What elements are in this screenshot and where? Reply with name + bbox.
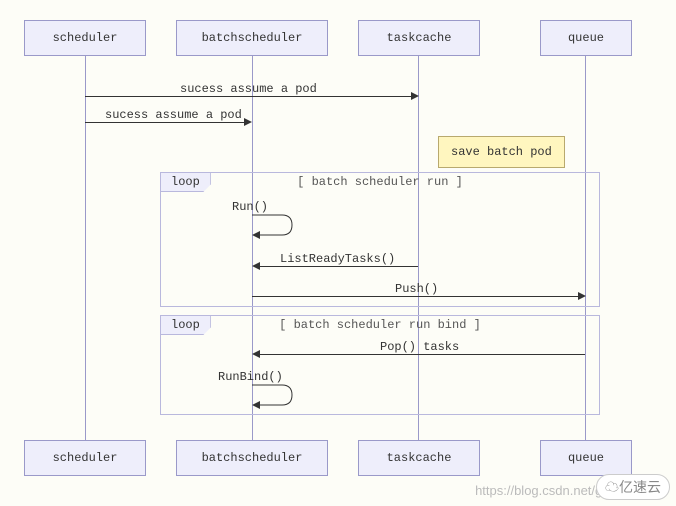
- participant-label: batchscheduler: [202, 451, 303, 465]
- loop-title: [ batch scheduler run bind ]: [161, 318, 599, 332]
- message-arrow: [252, 296, 578, 297]
- arrow-head-icon: [578, 292, 586, 300]
- participant-scheduler-top: scheduler: [24, 20, 146, 56]
- participant-scheduler-bottom: scheduler: [24, 440, 146, 476]
- loop-title: [ batch scheduler run ]: [161, 175, 599, 189]
- lifeline-scheduler: [85, 50, 86, 456]
- participant-taskcache-top: taskcache: [358, 20, 480, 56]
- participant-batchscheduler-top: batchscheduler: [176, 20, 328, 56]
- participant-label: scheduler: [53, 31, 118, 45]
- participant-queue-top: queue: [540, 20, 632, 56]
- message-label: sucess assume a pod: [105, 108, 242, 122]
- participant-label: scheduler: [53, 451, 118, 465]
- arrow-head-icon: [244, 118, 252, 126]
- logo-badge: ☁亿速云: [596, 474, 670, 500]
- self-message-icon: [252, 212, 302, 242]
- loop-fragment-runbind: loop [ batch scheduler run bind ]: [160, 315, 600, 415]
- participant-label: taskcache: [387, 451, 452, 465]
- loop-fragment-run: loop [ batch scheduler run ]: [160, 172, 600, 307]
- participant-batchscheduler-bottom: batchscheduler: [176, 440, 328, 476]
- message-label: Push(): [395, 282, 438, 296]
- message-arrow: [260, 266, 418, 267]
- participant-label: taskcache: [387, 31, 452, 45]
- participant-taskcache-bottom: taskcache: [358, 440, 480, 476]
- message-label: ListReadyTasks(): [280, 252, 395, 266]
- participant-label: batchscheduler: [202, 31, 303, 45]
- participant-queue-bottom: queue: [540, 440, 632, 476]
- message-arrow: [260, 354, 585, 355]
- arrow-head-icon: [252, 350, 260, 358]
- sequence-diagram: scheduler batchscheduler taskcache queue…: [0, 0, 676, 506]
- logo-text: 亿速云: [619, 479, 661, 495]
- watermark-text: https://blog.csdn.net/gith: [475, 483, 616, 498]
- participant-label: queue: [568, 451, 604, 465]
- arrow-head-icon: [411, 92, 419, 100]
- message-label: Pop() tasks: [380, 340, 459, 354]
- message-label: sucess assume a pod: [180, 82, 317, 96]
- self-message-icon: [252, 382, 302, 412]
- arrow-head-icon: [252, 262, 260, 270]
- participant-label: queue: [568, 31, 604, 45]
- note-text: save batch pod: [451, 145, 552, 159]
- message-arrow: [85, 96, 411, 97]
- note-box: save batch pod: [438, 136, 565, 168]
- cloud-icon: ☁: [605, 479, 619, 495]
- message-arrow: [85, 122, 244, 123]
